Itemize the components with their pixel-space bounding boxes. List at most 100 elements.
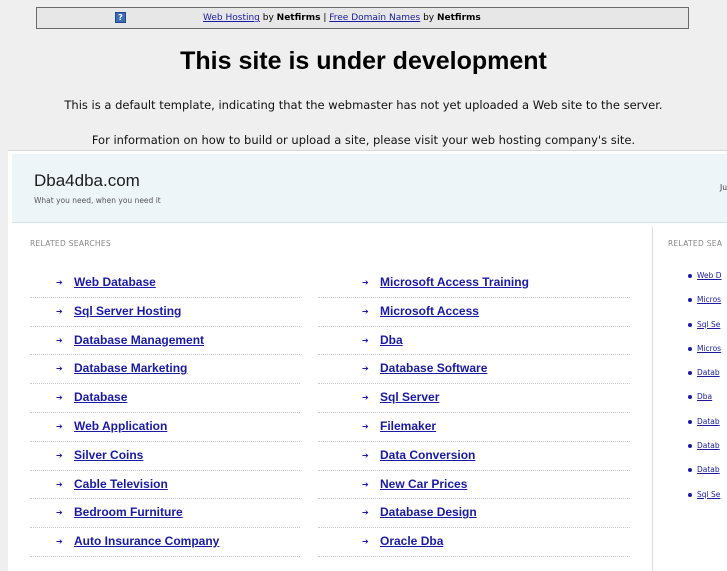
arrow-right-icon: ➔ [362, 393, 369, 403]
arrow-right-icon: ➔ [56, 306, 63, 316]
related-search-link[interactable]: Microsoft Access Training [380, 275, 529, 289]
bullet-icon [688, 492, 692, 497]
related-search-row: ➔ Filemaker [318, 413, 630, 442]
page-title: This site is under development [180, 47, 547, 75]
related-search-row: ➔ Cable Television [30, 471, 300, 500]
sidebar-link[interactable]: Datab [697, 368, 720, 377]
related-search-link[interactable]: Database Marketing [74, 361, 187, 375]
related-search-row: ➔ Silver Coins [30, 442, 300, 471]
sidebar-link[interactable]: Datab [697, 417, 720, 426]
related-search-link[interactable]: Database Software [380, 361, 487, 375]
free-domain-names-link[interactable]: Free Domain Names [329, 13, 420, 23]
related-search-row: ➔ Database Marketing [30, 355, 300, 385]
related-search-row: ➔ Bedroom Furniture [30, 499, 300, 529]
related-search-row: ➔ Database Design [318, 499, 630, 529]
sidebar: RELATED SEA Web D Micros Sql Se Micros Datab… [660, 227, 727, 571]
arrow-right-icon: ➔ [362, 364, 369, 374]
bullet-icon [688, 371, 692, 376]
related-search-row: ➔ Data Conversion [318, 442, 630, 471]
site-title[interactable]: Dba4dba.com [34, 171, 140, 191]
sidebar-link[interactable]: Micros [697, 344, 721, 353]
hosting-banner: ? Web Hosting by Netfirms | Free Domain … [36, 7, 689, 29]
related-search-row: ➔ Web Application [30, 413, 300, 442]
arrow-right-icon: ➔ [56, 278, 63, 287]
bullet-icon [688, 346, 692, 351]
banner-by-text: by [420, 13, 437, 23]
related-search-link[interactable]: Database Management [74, 333, 204, 347]
banner-separator: | [320, 13, 330, 23]
related-search-link[interactable]: Web Database [74, 275, 156, 289]
sidebar-link[interactable]: Datab [697, 465, 720, 474]
related-search-row: ➔ Database [30, 384, 300, 413]
related-search-link[interactable]: New Car Prices [380, 477, 467, 491]
related-search-row: ➔ Database Management [30, 327, 300, 356]
related-search-link[interactable]: Dba [380, 333, 403, 347]
banner-brand: Netfirms [436, 13, 481, 23]
related-search-row: ➔ Sql Server [318, 384, 630, 413]
arrow-right-icon: ➔ [362, 335, 369, 345]
related-search-row: ➔ Database Software [318, 355, 630, 385]
related-search-link[interactable]: Microsoft Access [380, 304, 479, 318]
arrow-right-icon: ➔ [56, 393, 63, 403]
related-search-link[interactable]: Database Design [380, 505, 477, 519]
bullet-icon [688, 395, 692, 400]
site-tagline: What you need, when you need it [34, 196, 161, 205]
related-searches-panel: RELATED SEARCHES ➔ Web Database ➔ Sql Serve… [12, 227, 653, 571]
site-header: Dba4dba.com What you need, when you need… [12, 154, 727, 223]
hosting-info-note: For information on how to build or uploa… [91, 133, 636, 147]
sidebar-link[interactable]: Micros [697, 295, 721, 304]
related-searches-label: RELATED SEARCHES [30, 239, 111, 248]
related-search-link[interactable]: Silver Coins [74, 448, 143, 462]
related-search-link[interactable]: Data Conversion [380, 448, 475, 462]
banner-links: Web Hosting by Netfirms | Free Domain Na… [203, 8, 481, 28]
related-search-link[interactable]: Filemaker [380, 419, 436, 433]
related-search-row: ➔ New Car Prices [318, 471, 630, 500]
related-search-link[interactable]: Bedroom Furniture [74, 505, 183, 519]
arrow-right-icon: ➔ [56, 335, 63, 345]
related-search-link[interactable]: Cable Television [74, 477, 168, 491]
related-search-row: ➔ Auto Insurance Company [30, 528, 300, 557]
parked-page-frame: Dba4dba.com What you need, when you need… [8, 150, 727, 571]
arrow-right-icon: ➔ [56, 364, 63, 374]
banner-by-text: by [259, 13, 277, 23]
related-search-row: ➔ Web Database [30, 269, 300, 298]
arrow-right-icon: ➔ [56, 479, 63, 489]
related-search-link[interactable]: Database [74, 390, 127, 404]
sidebar-link[interactable]: Sql Se [697, 490, 720, 499]
arrow-right-icon: ➔ [362, 508, 369, 518]
banner-brand: Netfirms [276, 13, 321, 23]
header-date-text: Ju [720, 183, 727, 192]
sidebar-link[interactable]: Web D [697, 271, 722, 280]
bullet-icon [688, 322, 692, 327]
related-search-link[interactable]: Oracle Dba [380, 534, 443, 548]
arrow-right-icon: ➔ [362, 450, 369, 460]
arrow-right-icon: ➔ [56, 508, 63, 518]
related-search-link[interactable]: Web Application [74, 419, 167, 433]
related-searches-left-column: ➔ Web Database ➔ Sql Server Hosting ➔ Databas… [30, 269, 300, 557]
bullet-icon [688, 419, 692, 424]
default-template-note: This is a default template, indicating t… [64, 98, 663, 112]
arrow-right-icon: ➔ [56, 421, 63, 431]
bullet-icon [688, 444, 692, 449]
question-icon[interactable]: ? [115, 12, 126, 23]
related-search-row: ➔ Dba [318, 327, 630, 356]
bullet-icon [688, 468, 692, 473]
related-search-link[interactable]: Sql Server [380, 390, 439, 404]
bullet-icon [688, 274, 692, 278]
related-search-link[interactable]: Sql Server Hosting [74, 304, 181, 318]
sidebar-link[interactable]: Sql Se [697, 320, 720, 329]
sidebar-related-label: RELATED SEA [668, 239, 723, 248]
related-search-link[interactable]: Auto Insurance Company [74, 534, 219, 548]
related-search-row: ➔ Oracle Dba [318, 528, 630, 557]
web-hosting-link[interactable]: Web Hosting [203, 13, 260, 23]
related-search-row: ➔ Microsoft Access Training [318, 269, 630, 298]
sidebar-link[interactable]: Dba [697, 392, 712, 401]
related-searches-right-column: ➔ Microsoft Access Training ➔ Microsoft Acc… [318, 269, 630, 557]
arrow-right-icon: ➔ [362, 479, 369, 489]
arrow-right-icon: ➔ [56, 450, 63, 460]
arrow-right-icon: ➔ [362, 278, 369, 287]
sidebar-link[interactable]: Datab [697, 441, 720, 450]
related-search-row: ➔ Sql Server Hosting [30, 298, 300, 327]
bullet-icon [688, 298, 692, 303]
arrow-right-icon: ➔ [362, 421, 369, 431]
